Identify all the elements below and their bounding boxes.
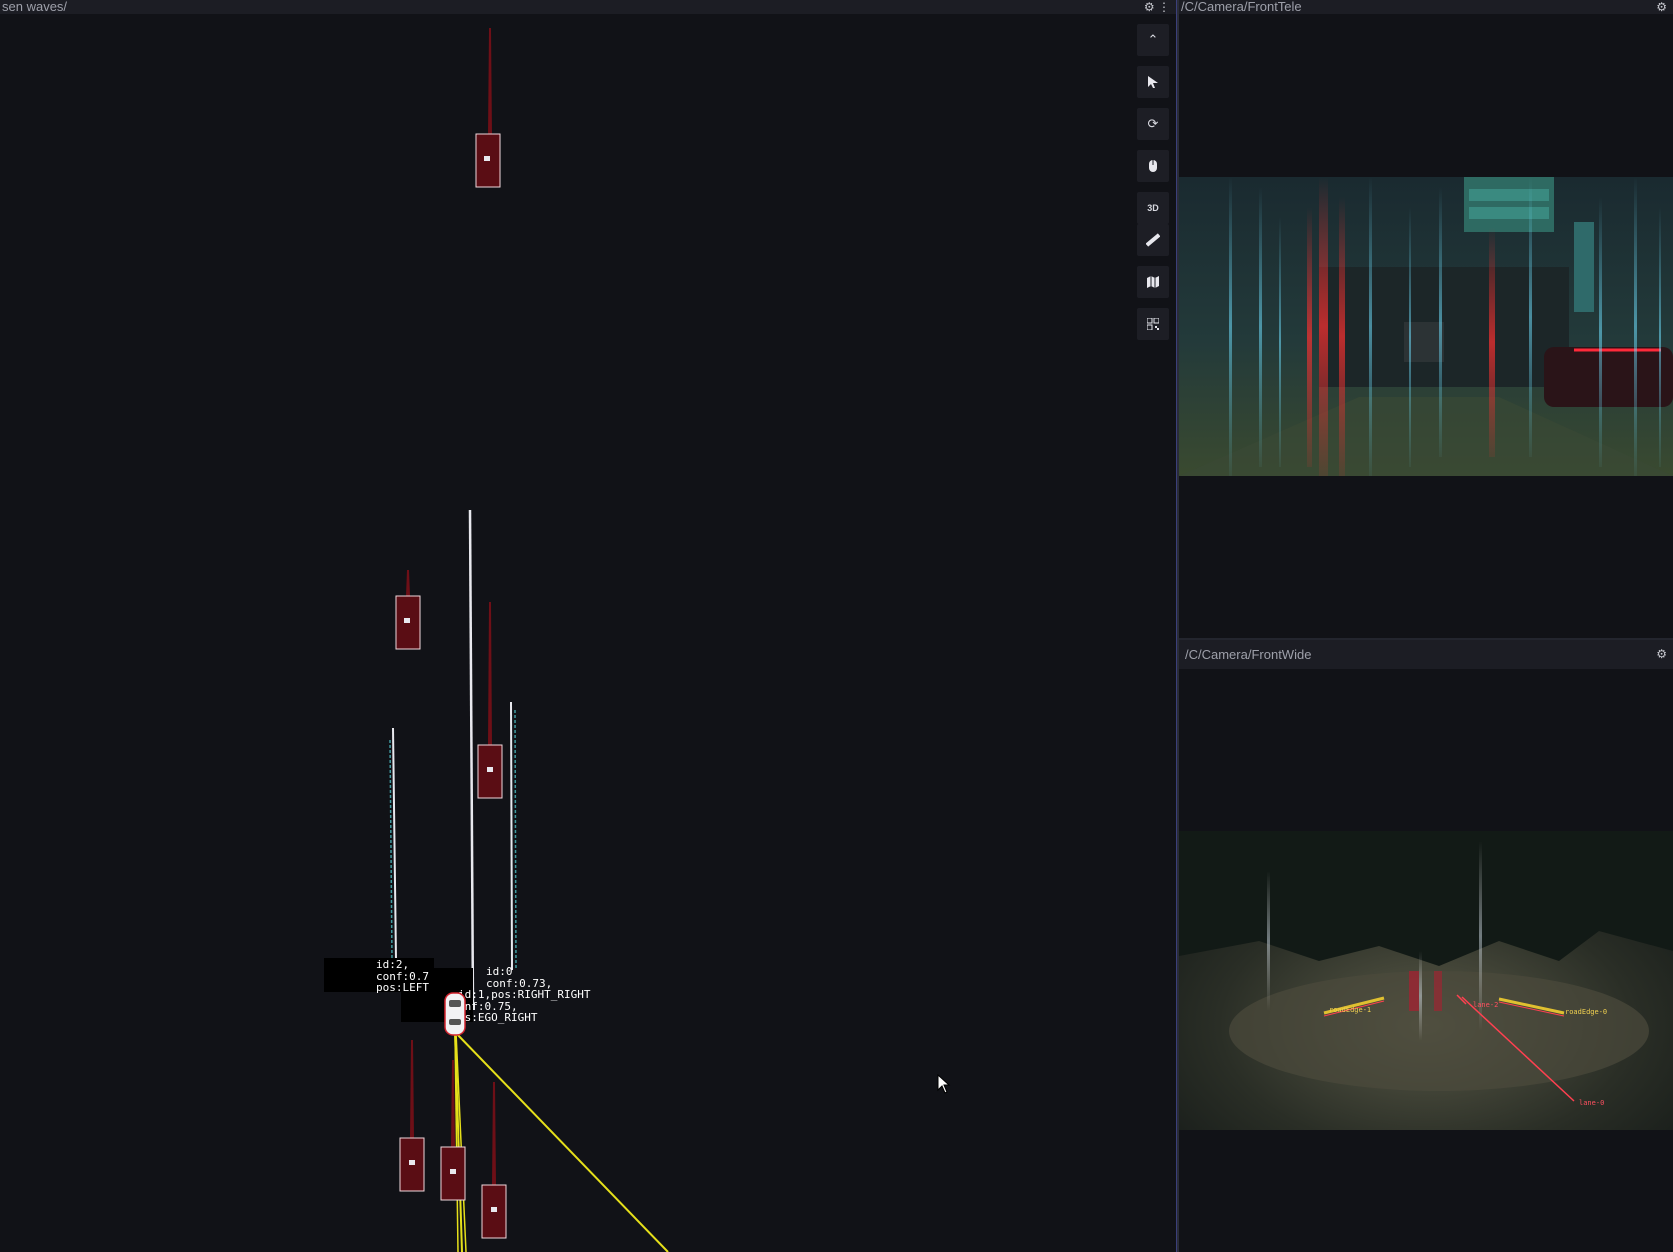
vehicle-obstacle[interactable] bbox=[395, 570, 421, 650]
camera-image: roadEdge-1 roadEdge-0 lane-2 lane-0 bbox=[1179, 831, 1673, 1130]
select-tool-button[interactable] bbox=[1137, 66, 1169, 98]
mouse-icon bbox=[1149, 160, 1157, 172]
lane-line-left-teal bbox=[389, 739, 393, 961]
measure-button[interactable] bbox=[1137, 224, 1169, 256]
lane-line-right-teal bbox=[514, 709, 517, 971]
vehicle-obstacle[interactable] bbox=[475, 28, 501, 188]
camera-panel-front-wide[interactable]: /C/Camera/FrontWide ⚙ roadEdge-1 roadEdg… bbox=[1179, 640, 1673, 1252]
lane-label-pos: os:EGO_RIGHT bbox=[458, 1011, 538, 1024]
chevron-up-icon: ⌃ bbox=[1147, 32, 1159, 47]
lane-line-right bbox=[510, 701, 513, 971]
ego-vehicle bbox=[444, 992, 466, 1036]
vehicle-obstacle[interactable] bbox=[481, 1082, 507, 1239]
map-button[interactable] bbox=[1137, 266, 1169, 298]
gear-icon[interactable]: ⚙ bbox=[1656, 0, 1667, 14]
vehicle-obstacle[interactable] bbox=[399, 1040, 425, 1192]
gear-icon[interactable]: ⚙ bbox=[1656, 640, 1667, 669]
grid-icon bbox=[1147, 318, 1159, 330]
view-toolbar: ⌃ ⟳ 3D bbox=[1137, 24, 1169, 350]
3d-icon: 3D bbox=[1147, 203, 1159, 213]
3d-view-panel[interactable]: sen waves/ ⚙ ⋮ id:2, conf:0.7 pos:LEFT i… bbox=[0, 0, 1176, 1252]
reset-view-button[interactable]: ⟳ bbox=[1137, 108, 1169, 140]
vehicle-obstacle[interactable] bbox=[477, 602, 503, 799]
camera-label: roadEdge-0 bbox=[1565, 1008, 1607, 1016]
toggle-3d-button[interactable]: 3D bbox=[1137, 192, 1169, 224]
collapse-toolbar-button[interactable]: ⌃ bbox=[1137, 24, 1169, 56]
mouse-cursor bbox=[937, 1074, 951, 1094]
cursor-icon bbox=[1148, 76, 1158, 88]
scene-canvas[interactable]: id:2, conf:0.7 pos:LEFT id:0 conf:0.73, … bbox=[0, 0, 1176, 1252]
panel-header: /C/Camera/FrontTele ⚙ bbox=[1179, 0, 1673, 14]
grid-button[interactable] bbox=[1137, 308, 1169, 340]
camera-label: lane-2 bbox=[1473, 1001, 1498, 1009]
camera-label: roadEdge-1 bbox=[1329, 1006, 1371, 1014]
panel-title: /C/Camera/FrontWide bbox=[1185, 647, 1312, 662]
lane-line-left bbox=[392, 727, 397, 961]
lane-label-pos: pos:LEFT bbox=[376, 981, 429, 994]
map-icon bbox=[1147, 276, 1159, 288]
mouse-mode-button[interactable] bbox=[1137, 150, 1169, 182]
panel-header: /C/Camera/FrontWide ⚙ bbox=[1179, 640, 1673, 669]
lane-line-center bbox=[468, 509, 475, 1011]
ruler-icon bbox=[1146, 233, 1160, 247]
camera-label: lane-0 bbox=[1579, 1099, 1604, 1107]
camera-panel-front-tele[interactable]: /C/Camera/FrontTele ⚙ bbox=[1179, 0, 1673, 638]
vehicle-obstacle[interactable] bbox=[440, 1060, 466, 1201]
panel-title: /C/Camera/FrontTele bbox=[1181, 0, 1302, 14]
camera-image bbox=[1179, 177, 1673, 476]
refresh-icon: ⟳ bbox=[1147, 116, 1159, 131]
